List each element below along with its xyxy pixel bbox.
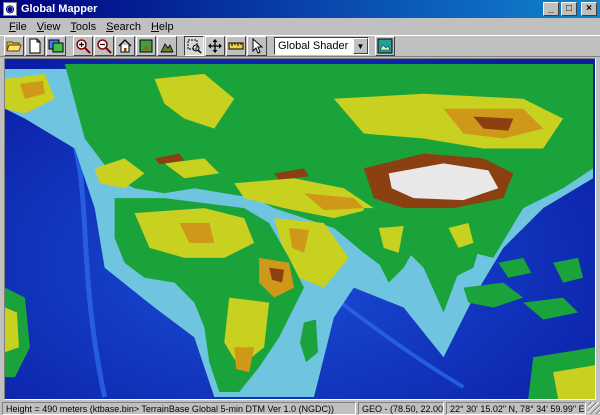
open-folder-icon[interactable]	[4, 36, 24, 56]
elevation-map[interactable]	[5, 59, 595, 399]
zoom-tool-icon[interactable]	[184, 36, 204, 56]
minimize-button[interactable]: _	[543, 2, 559, 16]
status-coordinates: 22° 30' 15.02" N, 78° 34' 59.99" E	[446, 401, 586, 415]
globe-icon[interactable]: ◉	[3, 2, 17, 16]
status-bar: Height = 490 meters (ktbase.bin> Terrain…	[0, 401, 600, 415]
resize-grip-icon[interactable]	[588, 402, 600, 414]
measure-tool-icon[interactable]	[226, 36, 246, 56]
pan-tool-icon[interactable]	[205, 36, 225, 56]
close-button[interactable]: ×	[581, 2, 597, 16]
menu-tools[interactable]: Tools	[65, 21, 101, 33]
menu-file[interactable]: File	[4, 21, 32, 33]
shader-select[interactable]: Global Shader ▼	[274, 37, 369, 55]
pointer-tool-icon[interactable]	[247, 36, 267, 56]
zoom-in-icon[interactable]	[73, 36, 93, 56]
home-icon[interactable]	[115, 36, 135, 56]
title-bar: ◉ Global Mapper _ □ ×	[0, 0, 600, 18]
map-view[interactable]	[4, 58, 596, 400]
3d-view-icon[interactable]	[157, 36, 177, 56]
window-title: Global Mapper	[21, 3, 98, 15]
zoom-out-icon[interactable]	[94, 36, 114, 56]
view-full-icon[interactable]	[136, 36, 156, 56]
toolbar: Global Shader ▼	[0, 35, 600, 57]
menu-help[interactable]: Help	[146, 21, 179, 33]
shader-select-value: Global Shader	[278, 40, 349, 52]
status-geo: GEO - (78.50, 22.00)	[358, 401, 444, 415]
menu-search[interactable]: Search	[101, 21, 146, 33]
status-elevation: Height = 490 meters (ktbase.bin> Terrain…	[2, 401, 356, 415]
overlay-icon[interactable]	[46, 36, 66, 56]
menu-view[interactable]: View	[32, 21, 66, 33]
chevron-down-icon[interactable]: ▼	[353, 38, 368, 54]
menu-bar: File View Tools Search Help	[0, 18, 600, 35]
new-document-icon[interactable]	[25, 36, 45, 56]
maximize-button[interactable]: □	[561, 2, 577, 16]
shader-settings-icon[interactable]	[375, 36, 395, 56]
